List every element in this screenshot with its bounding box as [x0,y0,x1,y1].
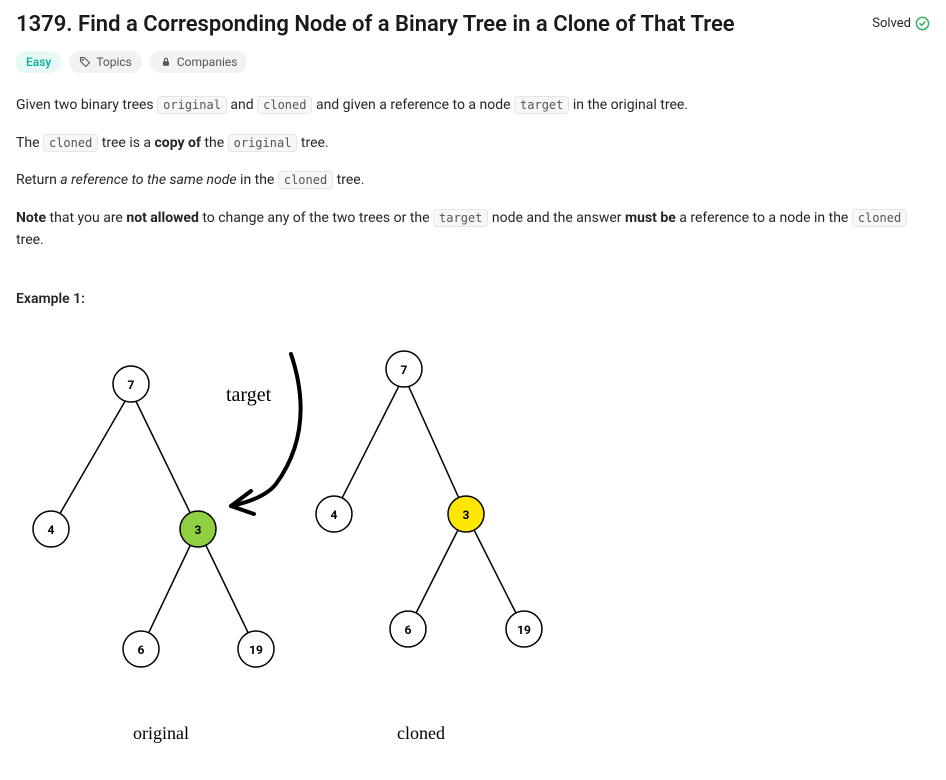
code-cloned: cloned [278,171,333,189]
difficulty-badge[interactable]: Easy [16,51,61,73]
node-6: 6 [405,623,412,637]
header-row: 1379. Find a Corresponding Node of a Bin… [16,12,930,51]
solved-status: Solved [872,16,930,31]
solved-label: Solved [872,16,911,31]
topics-label: Topics [96,55,132,69]
tree-original: 7 4 3 6 19 [33,366,274,667]
companies-label: Companies [177,55,238,69]
node-4: 4 [48,523,55,537]
node-7: 7 [128,378,135,392]
check-circle-icon [915,16,930,31]
code-cloned: cloned [43,134,98,152]
code-cloned: cloned [852,209,907,227]
problem-title: 1379. Find a Corresponding Node of a Bin… [16,12,735,37]
node-3: 3 [195,523,202,537]
lock-icon [160,56,172,68]
arrow-shaft [231,354,301,506]
node-3: 3 [463,508,470,522]
target-annotation: target [226,384,272,406]
code-original: original [228,134,298,152]
paragraph-2: The cloned tree is a copy of the origina… [16,133,930,155]
node-6: 6 [138,643,145,657]
caption-cloned: cloned [397,723,445,743]
node-19: 19 [517,623,531,637]
badge-row: Easy Topics Companies [16,51,930,73]
topics-badge[interactable]: Topics [69,51,142,73]
paragraph-4: Note that you are not allowed to change … [16,208,930,251]
paragraph-3: Return a reference to the same node in t… [16,170,930,192]
caption-original: original [133,723,189,743]
problem-content: Given two binary trees original and clon… [16,95,930,759]
tree-cloned: 7 4 3 6 19 [316,351,542,647]
companies-badge[interactable]: Companies [150,51,248,73]
tag-icon [79,56,91,68]
example-diagram: 7 4 3 6 19 target 7 4 3 [16,329,576,759]
paragraph-1: Given two binary trees original and clon… [16,95,930,117]
code-original: original [157,96,227,114]
node-19: 19 [249,643,263,657]
code-target: target [514,96,569,114]
node-7: 7 [401,363,408,377]
example-label: Example 1: [16,291,930,307]
code-target: target [433,209,488,227]
node-4: 4 [331,508,338,522]
code-cloned: cloned [257,96,312,114]
